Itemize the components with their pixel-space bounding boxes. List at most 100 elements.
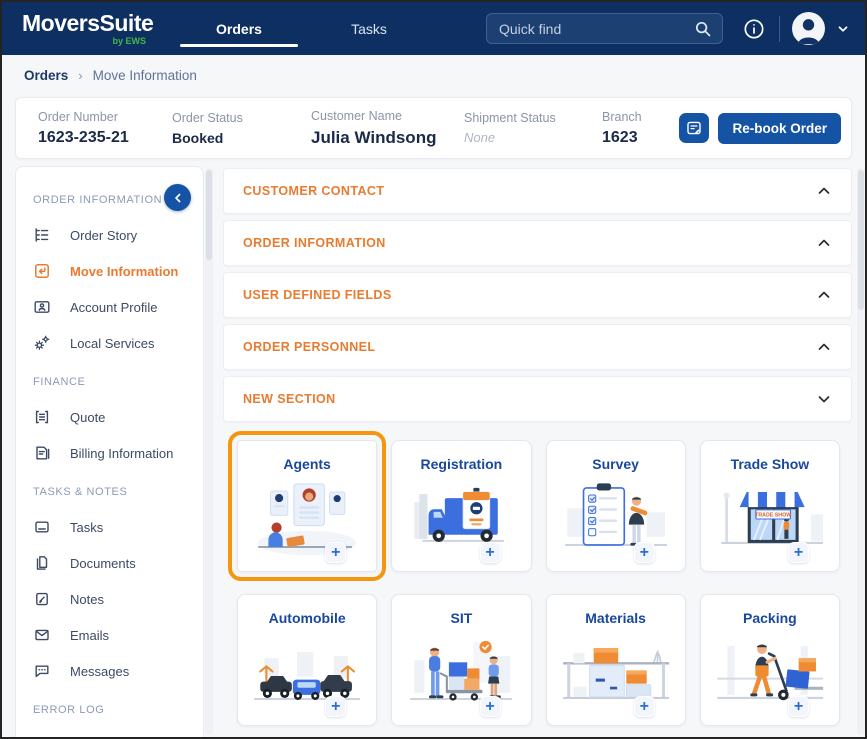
sidebar-item-order-story[interactable]: Order Story [16, 217, 203, 253]
main-scrollbar-thumb[interactable] [858, 170, 864, 310]
sidebar-item-emails[interactable]: Emails [16, 617, 203, 653]
sidebar-item-label: Local Services [70, 336, 155, 351]
card-title: Packing [701, 610, 839, 626]
branch-value: 1623 [602, 129, 679, 147]
packing-illustration-graphic [709, 628, 831, 719]
sidebar-item-tasks[interactable]: Tasks [16, 509, 203, 545]
sidebar-item-label: Tasks [70, 520, 103, 535]
automobile-illustration-graphic [246, 628, 368, 719]
user-avatar[interactable] [792, 12, 825, 45]
card-title: Automobile [238, 610, 376, 626]
sidebar-item-label: Account Profile [70, 300, 157, 315]
info-icon [743, 18, 765, 40]
branch-label: Branch [602, 110, 679, 124]
survey-add-icon[interactable]: + [634, 542, 655, 563]
card-title: Agents [238, 456, 376, 472]
order-note-button[interactable] [679, 113, 709, 143]
emails-icon [33, 626, 51, 644]
notes-icon [33, 590, 51, 608]
documents-icon [33, 554, 51, 572]
sidebar-item-notes[interactable]: Notes [16, 581, 203, 617]
user-menu-chevron-down-icon[interactable] [835, 21, 851, 37]
billing-information-icon [33, 444, 51, 462]
info-button[interactable] [739, 14, 769, 44]
app-window: MoversSuite by EWS Orders Tasks [0, 0, 867, 739]
sit-add-icon[interactable]: + [480, 696, 501, 717]
sidebar-collapse-button[interactable] [164, 184, 191, 211]
customer-name-value: Julia Windsong [311, 128, 464, 148]
logo-subtext: by EWS [22, 36, 152, 46]
chevron-up-icon [816, 339, 832, 355]
top-navbar: MoversSuite by EWS Orders Tasks [2, 2, 865, 55]
card-registration[interactable]: Registration [391, 440, 531, 572]
card-survey[interactable]: Survey [546, 440, 686, 572]
card-trade-show[interactable]: Trade Show [700, 440, 840, 572]
trade-show-add-icon[interactable]: + [788, 542, 809, 563]
agents-illustration: + [246, 474, 368, 565]
card-agents[interactable]: Agents [237, 440, 377, 572]
materials-illustration-graphic [555, 628, 677, 719]
packing-add-icon[interactable]: + [788, 696, 809, 717]
sidebar-item-move-information[interactable]: Move Information [16, 253, 203, 289]
card-automobile[interactable]: Automobile [237, 594, 377, 726]
breadcrumb-separator: › [78, 68, 82, 83]
breadcrumb-orders[interactable]: Orders [24, 68, 68, 83]
local-services-icon [33, 334, 51, 352]
tasks-icon [33, 518, 51, 536]
quick-find-input[interactable] [499, 21, 694, 37]
note-icon [685, 119, 703, 137]
automobile-add-icon[interactable]: + [325, 696, 346, 717]
registration-illustration: + [400, 474, 522, 565]
sidebar-scrollbar-thumb[interactable] [206, 170, 212, 260]
survey-illustration-graphic [555, 474, 677, 565]
app-logo[interactable]: MoversSuite by EWS [22, 12, 152, 46]
branch-field: Branch 1623 [602, 110, 679, 147]
sidebar-item-local-services[interactable]: Local Services [16, 325, 203, 361]
sidebar-header-order-information: ORDER INFORMATION [16, 187, 203, 213]
section-order-information[interactable]: ORDER INFORMATION [223, 220, 852, 266]
sidebar-item-documents[interactable]: Documents [16, 545, 203, 581]
search-icon [694, 20, 712, 38]
sidebar-header-error-log[interactable]: ERROR LOG [16, 697, 203, 723]
main-scrollbar[interactable] [857, 168, 865, 735]
account-profile-icon [33, 298, 51, 316]
sidebar-item-billing-information[interactable]: Billing Information [16, 435, 203, 471]
sidebar-scrollbar[interactable] [205, 168, 213, 735]
order-number-field: Order Number 1623-235-21 [38, 110, 172, 147]
card-sit[interactable]: SIT [391, 594, 531, 726]
logo-text: MoversSuite [22, 12, 152, 35]
sidebar-item-account-profile[interactable]: Account Profile [16, 289, 203, 325]
sidebar-header-label: TASKS & NOTES [33, 486, 127, 498]
agents-illustration-graphic [246, 474, 368, 565]
chevron-up-icon [816, 235, 832, 251]
tab-tasks[interactable]: Tasks [304, 2, 434, 55]
breadcrumb: Orders › Move Information [2, 55, 865, 95]
order-summary-bar: Order Number 1623-235-21 Order Status Bo… [15, 97, 852, 159]
trade-show-illustration-graphic: TRADE SHOW [709, 474, 831, 565]
section-user-defined-fields[interactable]: USER DEFINED FIELDS [223, 272, 852, 318]
card-packing[interactable]: Packing [700, 594, 840, 726]
card-title: Materials [547, 610, 685, 626]
survey-illustration: + [555, 474, 677, 565]
avatar-person-icon [792, 12, 825, 45]
order-number-value: 1623-235-21 [38, 129, 172, 147]
main-tabs: Orders Tasks [174, 2, 434, 55]
section-new-section[interactable]: NEW SECTION [223, 376, 852, 422]
content-row: ORDER INFORMATION Order Story [2, 166, 865, 737]
sidebar-item-quote[interactable]: Quote [16, 399, 203, 435]
sidebar-item-messages[interactable]: Messages [16, 653, 203, 689]
messages-icon [33, 662, 51, 680]
tab-orders[interactable]: Orders [174, 2, 304, 55]
rebook-order-button[interactable]: Re-book Order [718, 113, 841, 144]
card-materials[interactable]: Materials [546, 594, 686, 726]
chevron-up-icon [816, 183, 832, 199]
section-order-personnel[interactable]: ORDER PERSONNEL [223, 324, 852, 370]
section-customer-contact[interactable]: CUSTOMER CONTACT [223, 168, 852, 214]
shipment-status-value: None [464, 130, 602, 145]
materials-add-icon[interactable]: + [634, 696, 655, 717]
sidebar-item-label: Notes [70, 592, 104, 607]
agents-add-icon[interactable]: + [325, 542, 346, 563]
order-status-value: Booked [172, 130, 311, 146]
registration-add-icon[interactable]: + [480, 542, 501, 563]
sidebar-section-finance: FINANCE Quote Bill [16, 369, 203, 471]
